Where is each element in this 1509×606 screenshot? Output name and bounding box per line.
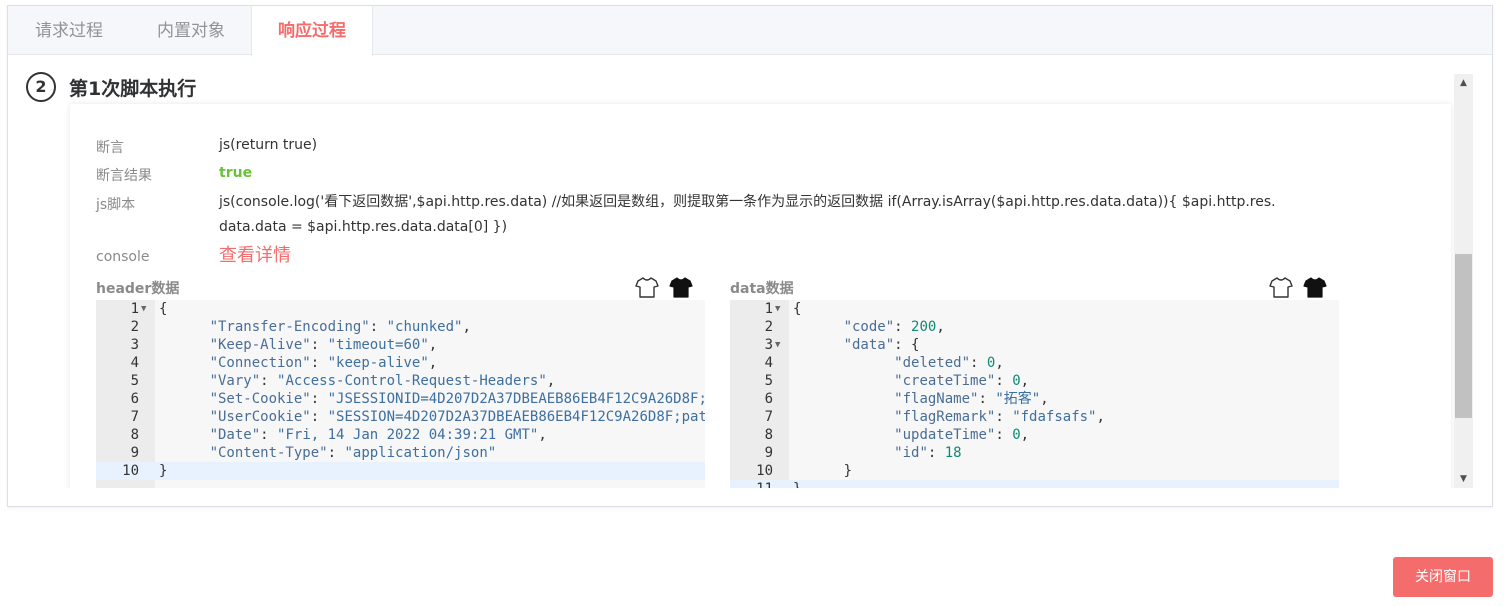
- code-text: "data": {: [843, 337, 920, 353]
- line-number: 10: [122, 463, 139, 479]
- shirt-outline-icon[interactable]: [634, 274, 660, 300]
- code-line: 4 "Connection": "keep-alive",: [96, 354, 705, 372]
- assert-result-label: 断言结果: [96, 168, 152, 184]
- assert-result-value: true: [219, 165, 253, 181]
- vertical-scrollbar[interactable]: ▲ ▼: [1454, 74, 1473, 488]
- code-line: 3 "Keep-Alive": "timeout=60",: [96, 336, 705, 354]
- header-json-editor[interactable]: 1 ▼{2 "Transfer-Encoding": "chunked", 3 "K…: [96, 300, 705, 488]
- line-number: 4: [130, 355, 139, 371]
- shirt-outline-icon[interactable]: [1268, 274, 1294, 300]
- scroll-down-arrow-icon[interactable]: ▼: [1454, 470, 1473, 488]
- code-line: 3 ▼ "data": {: [730, 336, 1339, 354]
- line-number: 7: [130, 409, 139, 425]
- step-number-badge: 2: [26, 72, 56, 102]
- code-text: {: [159, 301, 168, 317]
- close-window-button[interactable]: 关闭窗口: [1393, 557, 1493, 597]
- shirt-filled-icon[interactable]: [1302, 274, 1328, 300]
- line-number: 5: [764, 373, 773, 389]
- code-line: 2 "Transfer-Encoding": "chunked",: [96, 318, 705, 336]
- step-title: 第1次脚本执行: [69, 78, 197, 100]
- code-line: 5 "Vary": "Access-Control-Request-Header…: [96, 372, 705, 390]
- line-number: 8: [764, 427, 773, 443]
- line-number: 11: [730, 480, 773, 488]
- line-number: 7: [764, 409, 773, 425]
- code-text: "Date": "Fri, 14 Jan 2022 04:39:21 GMT",: [209, 427, 547, 443]
- line-number: 1: [130, 301, 139, 317]
- code-text: "id": 18: [894, 445, 962, 461]
- code-text: "Connection": "keep-alive",: [209, 355, 438, 371]
- js-script-value-line2: data.data = $api.http.res.data.data[0] }…: [219, 219, 508, 235]
- code-line: 5 "createTime": 0,: [730, 372, 1339, 390]
- tab-builtin-objects[interactable]: 内置对象: [130, 6, 252, 55]
- fold-arrow-icon[interactable]: ▼: [775, 336, 780, 354]
- line-number: 9: [130, 445, 139, 461]
- code-text: "Content-Type": "application/json": [209, 445, 497, 461]
- code-line: 1 ▼ {: [96, 300, 705, 318]
- code-line: 6 "Set-Cookie": "JSESSIONID=4D207D2A37DB…: [96, 390, 705, 408]
- code-text: "updateTime": 0,: [894, 427, 1030, 443]
- code-text: "Transfer-Encoding": "chunked",: [209, 319, 471, 335]
- line-number: 10: [756, 463, 773, 479]
- code-line: 10 }: [730, 462, 1339, 480]
- line-number: 2: [764, 319, 773, 335]
- line-number: 8: [130, 427, 139, 443]
- code-text: "createTime": 0,: [894, 373, 1030, 389]
- code-text: }: [793, 480, 801, 488]
- code-line: 2 "code": 200,: [730, 318, 1339, 336]
- script-execution-card: 断言 js(return true) 断言结果 true js脚本 js(con…: [70, 104, 1451, 488]
- code-text: "flagName": "拓客",: [894, 391, 1049, 407]
- code-text: {: [793, 301, 802, 317]
- code-text: "deleted": 0,: [894, 355, 1004, 371]
- js-script-label: js脚本: [96, 197, 136, 213]
- line-number: 9: [764, 445, 773, 461]
- code-line: 11}: [730, 480, 1339, 488]
- code-line: 9 "Content-Type": "application/json": [96, 444, 705, 462]
- fold-arrow-icon[interactable]: ▼: [775, 300, 780, 318]
- code-line: 6 "flagName": "拓客",: [730, 390, 1339, 408]
- console-label: console: [96, 249, 150, 265]
- assert-value: js(return true): [219, 137, 318, 153]
- tab-bar: 请求过程 内置对象 响应过程: [8, 6, 1492, 56]
- code-line: 10}: [96, 462, 705, 480]
- data-json-editor[interactable]: 1 ▼{2 "code": 200, 3 ▼ "data": {4 "deleted"…: [730, 300, 1339, 488]
- code-line: 4 "deleted": 0,: [730, 354, 1339, 372]
- code-line: 9 "id": 18: [730, 444, 1339, 462]
- code-line: 8 "Date": "Fri, 14 Jan 2022 04:39:21 GMT…: [96, 426, 705, 444]
- code-line: 7 "flagRemark": "fdafsafs",: [730, 408, 1339, 426]
- scroll-up-arrow-icon[interactable]: ▲: [1454, 74, 1473, 92]
- code-text: "flagRemark": "fdafsafs",: [894, 409, 1105, 425]
- tab-request-process[interactable]: 请求过程: [8, 6, 130, 55]
- tab-response-process[interactable]: 响应过程: [251, 6, 373, 56]
- code-line: 7 "UserCookie": "SESSION=4D207D2A37DBEAE…: [96, 408, 705, 426]
- header-data-title: header数据: [96, 281, 180, 297]
- code-line: 1 ▼ {: [730, 300, 1339, 318]
- result-panel: 请求过程 内置对象 响应过程 2 第1次脚本执行 断言 js(return tr…: [7, 5, 1493, 507]
- code-text: "UserCookie": "SESSION=4D207D2A37DBEAEB8…: [209, 409, 705, 425]
- line-number: 6: [130, 391, 139, 407]
- line-number: 3: [130, 337, 139, 353]
- scrollbar-thumb[interactable]: [1455, 254, 1472, 418]
- response-content: 2 第1次脚本执行 断言 js(return true) 断言结果 true j…: [8, 56, 1492, 488]
- line-number: 6: [764, 391, 773, 407]
- js-script-value-line1: js(console.log('看下返回数据',$api.http.res.da…: [219, 194, 1276, 210]
- code-text: "Keep-Alive": "timeout=60",: [209, 337, 438, 353]
- line-number: 2: [130, 319, 139, 335]
- line-number: 5: [130, 373, 139, 389]
- line-number: 1: [764, 301, 773, 317]
- code-text: }: [793, 463, 853, 479]
- fold-arrow-icon[interactable]: ▼: [141, 300, 146, 318]
- shirt-filled-icon[interactable]: [668, 274, 694, 300]
- console-detail-link[interactable]: 查看详情: [219, 243, 291, 268]
- data-data-title: data数据: [730, 281, 794, 297]
- code-text: "Set-Cookie": "JSESSIONID=4D207D2A37DBEA…: [209, 391, 705, 407]
- code-text: "Vary": "Access-Control-Request-Headers"…: [209, 373, 556, 389]
- assert-label: 断言: [96, 140, 124, 156]
- code-text: }: [159, 463, 168, 479]
- line-number: 3: [764, 337, 773, 353]
- code-line: 8 "updateTime": 0,: [730, 426, 1339, 444]
- code-text: "code": 200,: [843, 319, 945, 335]
- line-number: 4: [764, 355, 773, 371]
